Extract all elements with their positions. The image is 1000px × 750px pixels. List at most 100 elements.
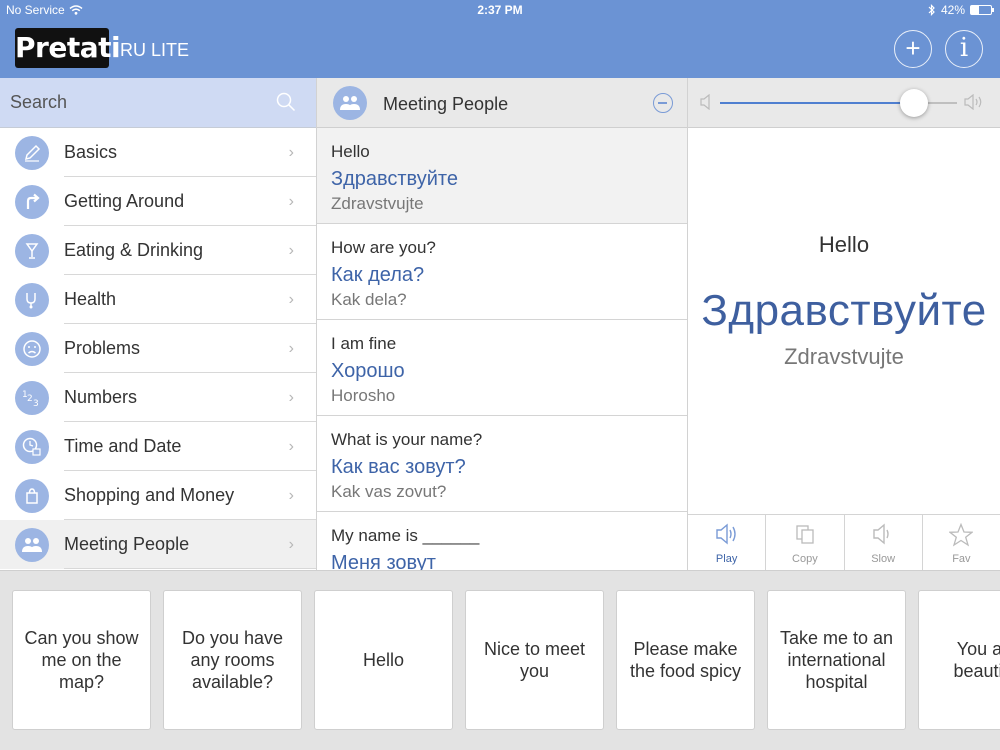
stethoscope-icon <box>15 283 49 317</box>
battery-icon <box>970 5 994 15</box>
phrase-english: I am fine <box>331 334 397 353</box>
phrase-item[interactable]: What is your name? Как вас зовут? Kak va… <box>317 416 687 512</box>
category-basics[interactable]: Basics › <box>0 128 316 177</box>
copy-button[interactable]: Copy <box>766 515 845 570</box>
info-icon: i <box>959 33 969 63</box>
category-problems[interactable]: Problems › <box>0 324 316 373</box>
phrase-russian: Здравствуйте <box>331 168 458 190</box>
quick-phrase-card[interactable]: Take me to an international hospital <box>767 590 906 730</box>
quick-phrase-bar: Can you show me on the map? Do you have … <box>0 570 1000 750</box>
copy-label: Copy <box>792 553 818 565</box>
star-icon <box>949 523 974 547</box>
chevron-right-icon: › <box>288 291 294 308</box>
slow-button[interactable]: Slow <box>845 515 923 570</box>
people-icon <box>333 86 367 120</box>
category-health[interactable]: Health › <box>0 275 316 324</box>
quick-phrase-card[interactable]: You are beautiful <box>918 590 1000 730</box>
play-label: Play <box>715 553 738 565</box>
fav-button[interactable]: Fav <box>923 515 1000 570</box>
phrase-item[interactable]: I am fine Хорошо Horosho <box>317 320 687 416</box>
svg-text:2: 2 <box>27 394 33 404</box>
phrase-transliteration: Zdravstvujte <box>331 194 424 213</box>
chevron-right-icon: › <box>288 340 294 357</box>
category-label: Numbers <box>64 387 138 407</box>
chevron-right-icon: › <box>288 487 294 504</box>
status-bar: No Service 2:37 PM 42% <box>0 0 1000 22</box>
phrase-russian: Как вас зовут? <box>331 456 466 478</box>
category-shopping-money[interactable]: Shopping and Money › <box>0 471 316 520</box>
search-input[interactable] <box>10 92 260 113</box>
search-bar <box>0 78 316 128</box>
phrase-transliteration: Kak vas zovut? <box>331 482 447 501</box>
search-icon[interactable] <box>276 92 296 112</box>
quick-phrase-text: Nice to meet you <box>483 639 586 681</box>
phrase-english: My name is ______ <box>331 526 480 545</box>
detail-english: Hello <box>818 232 870 257</box>
category-label: Eating & Drinking <box>64 240 204 260</box>
app-logo: Pretati <box>15 28 121 68</box>
phrase-english: Hello <box>331 142 370 161</box>
category-eating-drinking[interactable]: Eating & Drinking › <box>0 226 316 275</box>
phrase-english: What is your name? <box>331 430 483 449</box>
quick-phrase-text: Hello <box>362 650 405 670</box>
category-label: Shopping and Money <box>64 485 235 505</box>
svg-text:3: 3 <box>33 399 39 408</box>
cocktail-icon <box>15 234 49 268</box>
volume-low-icon <box>700 94 710 110</box>
people-icon <box>15 528 49 562</box>
category-label: Meeting People <box>64 534 190 554</box>
volume-slider-thumb[interactable] <box>900 89 929 117</box>
quick-phrase-text: You are beautiful <box>953 639 1000 681</box>
info-button[interactable]: i <box>945 30 983 68</box>
category-label: Problems <box>64 338 141 358</box>
phrase-item[interactable]: How are you? Как дела? Kak dela? <box>317 224 687 320</box>
quick-phrase-text: Do you have any rooms available? <box>181 628 284 692</box>
phrase-russian: Как дела? <box>331 264 425 286</box>
status-time: 2:37 PM <box>477 3 523 17</box>
speaker-slow-icon <box>873 523 889 545</box>
volume-bar <box>688 78 1000 128</box>
category-label: Getting Around <box>64 191 185 211</box>
category-getting-around[interactable]: Getting Around › <box>0 177 316 226</box>
play-button[interactable]: Play <box>688 515 767 570</box>
plus-icon: + <box>905 33 921 63</box>
volume-slider-fill <box>720 102 915 104</box>
fav-label: Fav <box>952 553 971 565</box>
app-subtitle: RU LITE <box>120 40 190 60</box>
divider <box>64 568 316 569</box>
battery-fill <box>971 6 980 14</box>
collapse-icon[interactable] <box>653 93 673 113</box>
quick-phrase-card[interactable]: Can you show me on the map? <box>12 590 151 730</box>
category-time-date[interactable]: Time and Date › <box>0 422 316 471</box>
chevron-right-icon: › <box>288 242 294 259</box>
category-label: Time and Date <box>64 436 182 456</box>
phrase-list-title: Meeting People <box>383 94 509 114</box>
sad-face-icon <box>15 332 49 366</box>
phrase-item[interactable]: My name is ______ Меня зовут <box>317 512 687 570</box>
phrase-transliteration: Kak dela? <box>331 290 407 309</box>
phrase-transliteration: Horosho <box>331 386 396 405</box>
pencil-icon <box>15 136 49 170</box>
quick-phrase-card[interactable]: Please make the food spicy <box>616 590 755 730</box>
phrase-list-panel: Meeting People Hello Здравствуйте Zdravs… <box>317 78 688 570</box>
shopping-bag-icon <box>15 479 49 513</box>
quick-phrase-text: Can you show me on the map? <box>24 628 139 692</box>
add-button[interactable]: + <box>894 30 932 68</box>
chevron-right-icon: › <box>288 144 294 161</box>
category-meeting-people[interactable]: Meeting People › <box>0 520 316 569</box>
category-numbers[interactable]: 123 Numbers › <box>0 373 316 422</box>
quick-phrase-card[interactable]: Hello <box>314 590 453 730</box>
chevron-right-icon: › <box>288 536 294 553</box>
chevron-right-icon: › <box>288 193 294 210</box>
category-panel: Basics › Getting Around › Eating & Drink… <box>0 78 317 570</box>
battery-percent: 42% <box>940 3 965 17</box>
status-right: 42% <box>928 3 994 17</box>
phrase-list-header: Meeting People <box>317 78 687 128</box>
quick-phrase-card[interactable]: Do you have any rooms available? <box>163 590 302 730</box>
detail-transliteration: Zdravstvujte <box>784 344 904 369</box>
quick-phrase-card[interactable]: Nice to meet you <box>465 590 604 730</box>
phrase-item[interactable]: Hello Здравствуйте Zdravstvujte <box>317 128 687 224</box>
quick-phrase-text: Take me to an international hospital <box>779 628 894 692</box>
slow-label: Slow <box>871 553 896 565</box>
phrase-detail-panel: Hello Здравствуйте Zdravstvujte Play Cop… <box>688 78 1000 570</box>
